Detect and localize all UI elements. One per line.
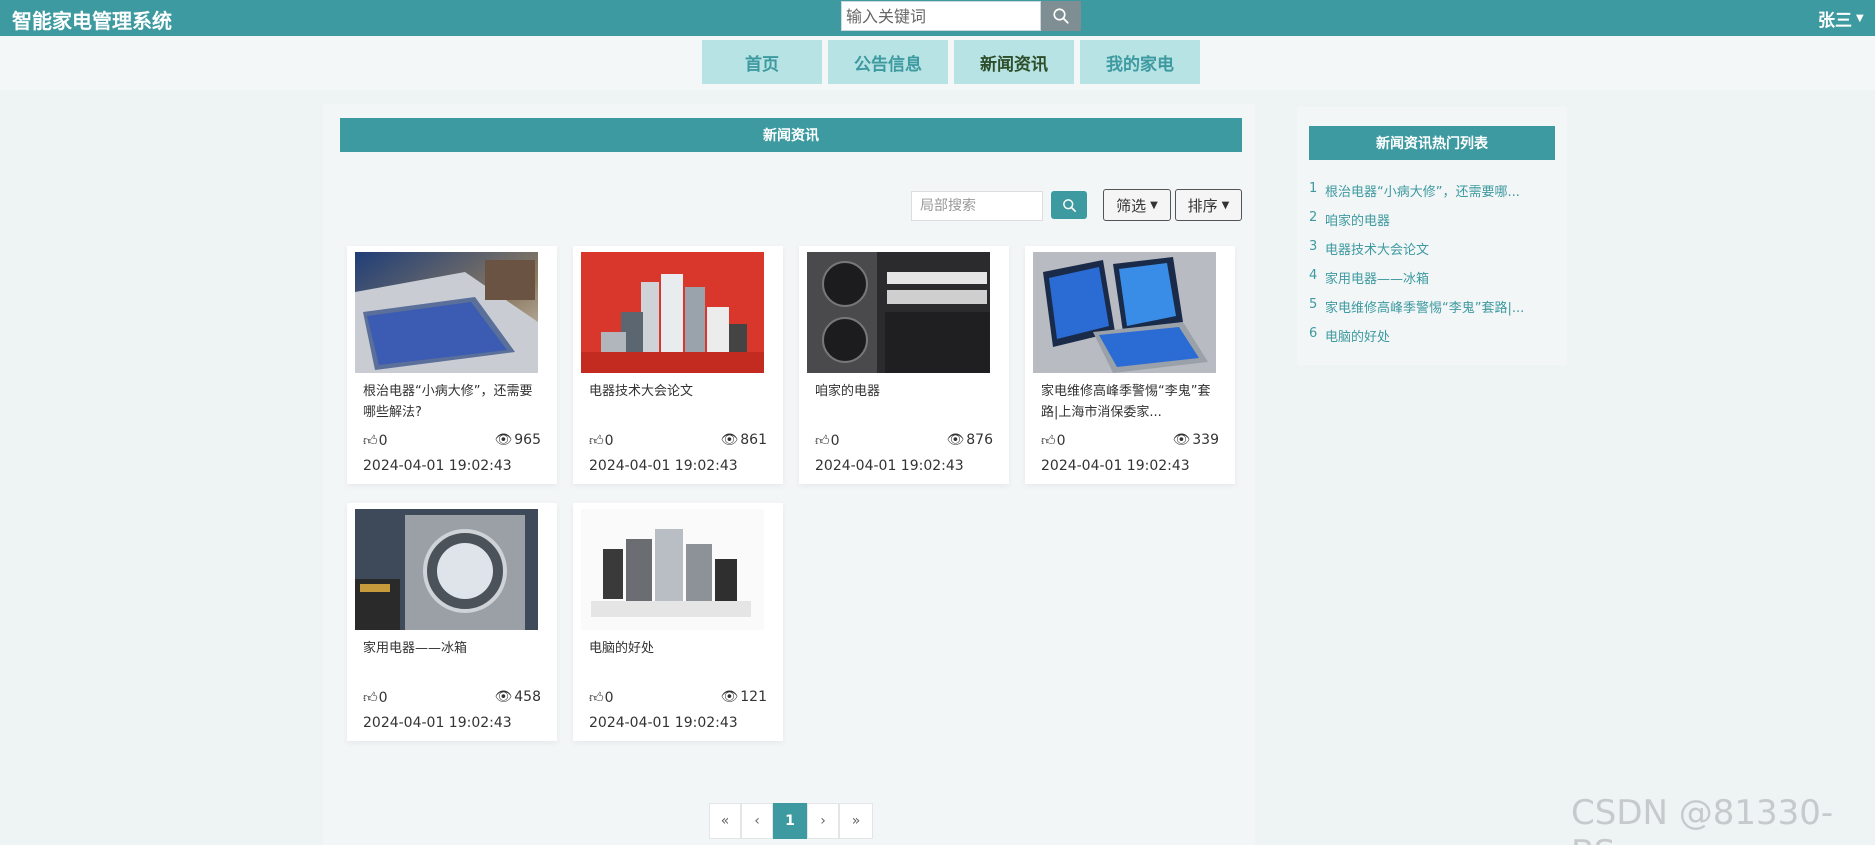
hot-list-rank: 4 xyxy=(1309,268,1318,283)
thumbs-up-icon: 👍︎ xyxy=(1041,433,1056,449)
hot-list-text: 电器技术大会论文 xyxy=(1325,243,1430,258)
eye-icon: 👁︎ xyxy=(720,432,739,448)
hot-list-item[interactable]: 3 电器技术大会论文 xyxy=(1309,239,1549,261)
news-thumbnail xyxy=(581,509,764,630)
hot-list-text: 咱家的电器 xyxy=(1325,214,1391,229)
news-card[interactable]: 电脑的好处 👍︎ 0 👁︎ 121 2024-04-01 19:02:43 xyxy=(573,503,783,741)
news-card-date: 2024-04-01 19:02:43 xyxy=(589,715,738,731)
like-count[interactable]: 👍︎ 0 xyxy=(363,689,388,707)
user-name: 张三 xyxy=(1818,11,1852,31)
news-card-date: 2024-04-01 19:02:43 xyxy=(363,458,512,474)
hot-list-rank: 6 xyxy=(1309,326,1318,341)
pagination-last[interactable]: » xyxy=(839,803,873,839)
local-search-input[interactable] xyxy=(911,191,1043,221)
pagination-next[interactable]: › xyxy=(807,803,839,839)
thumbs-up-icon: 👍︎ xyxy=(363,690,378,706)
like-count[interactable]: 👍︎ 0 xyxy=(1041,432,1066,450)
eye-icon: 👁︎ xyxy=(494,689,513,705)
nav-tab-announcements[interactable]: 公告信息 xyxy=(828,40,948,84)
hot-list-rank: 2 xyxy=(1309,210,1318,225)
pagination-prev[interactable]: ‹ xyxy=(741,803,773,839)
hot-list-item[interactable]: 6 电脑的好处 xyxy=(1309,326,1549,348)
news-card-date: 2024-04-01 19:02:43 xyxy=(815,458,964,474)
news-card-date: 2024-04-01 19:02:43 xyxy=(589,458,738,474)
news-card-date: 2024-04-01 19:02:43 xyxy=(363,715,512,731)
hot-list-text: 根治电器“小病大修”，还需要哪... xyxy=(1325,185,1520,200)
caret-down-icon: ▼ xyxy=(1150,199,1158,211)
global-search-input[interactable] xyxy=(841,1,1041,31)
eye-icon: 👁︎ xyxy=(494,432,513,448)
hot-list-rank: 5 xyxy=(1309,297,1318,312)
hot-list-item[interactable]: 4 家用电器——冰箱 xyxy=(1309,268,1549,290)
like-count[interactable]: 👍︎ 0 xyxy=(589,432,614,450)
section-title: 新闻资讯 xyxy=(340,118,1242,152)
like-count[interactable]: 👍︎ 0 xyxy=(589,689,614,707)
user-menu[interactable]: 张三 ▼ xyxy=(1818,6,1864,31)
pagination-page-1[interactable]: 1 xyxy=(773,803,807,839)
news-card-title: 电脑的好处 xyxy=(589,641,655,656)
search-icon xyxy=(1062,198,1076,212)
news-thumbnail xyxy=(807,252,990,373)
news-card-title: 电器技术大会论文 xyxy=(589,384,694,399)
view-count: 👁︎ 339 xyxy=(1172,432,1219,448)
site-brand: 智能家电管理系统 xyxy=(12,9,172,33)
news-thumbnail xyxy=(355,252,538,373)
thumbs-up-icon: 👍︎ xyxy=(815,433,830,449)
watermark: CSDN @81330-BS xyxy=(1571,793,1834,845)
sort-label: 排序 xyxy=(1187,196,1218,215)
view-count: 👁︎ 458 xyxy=(494,689,541,705)
news-thumbnail xyxy=(1033,252,1216,373)
search-icon xyxy=(1053,8,1069,24)
like-count[interactable]: 👍︎ 0 xyxy=(815,432,840,450)
global-search-button[interactable] xyxy=(1041,1,1081,31)
news-card[interactable]: 家用电器——冰箱 👍︎ 0 👁︎ 458 2024-04-01 19:02:43 xyxy=(347,503,557,741)
news-card-date: 2024-04-01 19:02:43 xyxy=(1041,458,1190,474)
hot-list-item[interactable]: 1 根治电器“小病大修”，还需要哪... xyxy=(1309,181,1549,203)
hot-list-item[interactable]: 2 咱家的电器 xyxy=(1309,210,1549,232)
eye-icon: 👁︎ xyxy=(946,432,965,448)
thumbs-up-icon: 👍︎ xyxy=(589,433,604,449)
hot-list-title: 新闻资讯热门列表 xyxy=(1309,126,1555,160)
filter-dropdown[interactable]: 筛选 ▼ xyxy=(1103,189,1171,221)
news-card[interactable]: 电器技术大会论文 👍︎ 0 👁︎ 861 2024-04-01 19:02:43 xyxy=(573,246,783,484)
caret-down-icon: ▼ xyxy=(1221,199,1230,211)
local-search-button[interactable] xyxy=(1051,191,1087,219)
nav-tab-home[interactable]: 首页 xyxy=(702,40,822,84)
like-count[interactable]: 👍︎ 0 xyxy=(363,432,388,450)
thumbs-up-icon: 👍︎ xyxy=(589,690,604,706)
news-card-title: 咱家的电器 xyxy=(815,384,881,399)
eye-icon: 👁︎ xyxy=(720,689,739,705)
hot-list-text: 家电维修高峰季警惕“李鬼”套路|... xyxy=(1325,301,1525,316)
filter-label: 筛选 xyxy=(1116,196,1147,215)
sort-dropdown[interactable]: 排序 ▼ xyxy=(1175,189,1242,221)
view-count: 👁︎ 876 xyxy=(946,432,993,448)
hot-list-text: 家用电器——冰箱 xyxy=(1325,272,1430,287)
view-count: 👁︎ 965 xyxy=(494,432,541,448)
news-card[interactable]: 根治电器“小病大修”，还需要哪些解法? 👍︎ 0 👁︎ 965 2024-04-01… xyxy=(347,246,557,484)
hot-list-text: 电脑的好处 xyxy=(1325,330,1391,345)
news-thumbnail xyxy=(355,509,538,630)
eye-icon: 👁︎ xyxy=(1172,432,1191,448)
view-count: 👁︎ 121 xyxy=(720,689,767,705)
pagination-first[interactable]: « xyxy=(709,803,741,839)
caret-down-icon: ▼ xyxy=(1856,13,1864,24)
hot-list-item[interactable]: 5 家电维修高峰季警惕“李鬼”套路|... xyxy=(1309,297,1549,319)
news-card-title: 根治电器“小病大修”，还需要哪些解法? xyxy=(363,384,533,420)
nav-tab-my-appliances[interactable]: 我的家电 xyxy=(1080,40,1200,84)
nav-tab-news[interactable]: 新闻资讯 xyxy=(954,40,1074,84)
news-card[interactable]: 咱家的电器 👍︎ 0 👁︎ 876 2024-04-01 19:02:43 xyxy=(799,246,1009,484)
news-card-title: 家电维修高峰季警惕“李鬼”套路|上海市消保委家... xyxy=(1041,384,1211,420)
hot-list-rank: 3 xyxy=(1309,239,1318,254)
hot-list-rank: 1 xyxy=(1309,181,1318,196)
thumbs-up-icon: 👍︎ xyxy=(363,433,378,449)
view-count: 👁︎ 861 xyxy=(720,432,767,448)
news-card-title: 家用电器——冰箱 xyxy=(363,641,468,656)
news-card[interactable]: 家电维修高峰季警惕“李鬼”套路|上海市消保委家... 👍︎ 0 👁︎ 339 202… xyxy=(1025,246,1235,484)
news-thumbnail xyxy=(581,252,764,373)
